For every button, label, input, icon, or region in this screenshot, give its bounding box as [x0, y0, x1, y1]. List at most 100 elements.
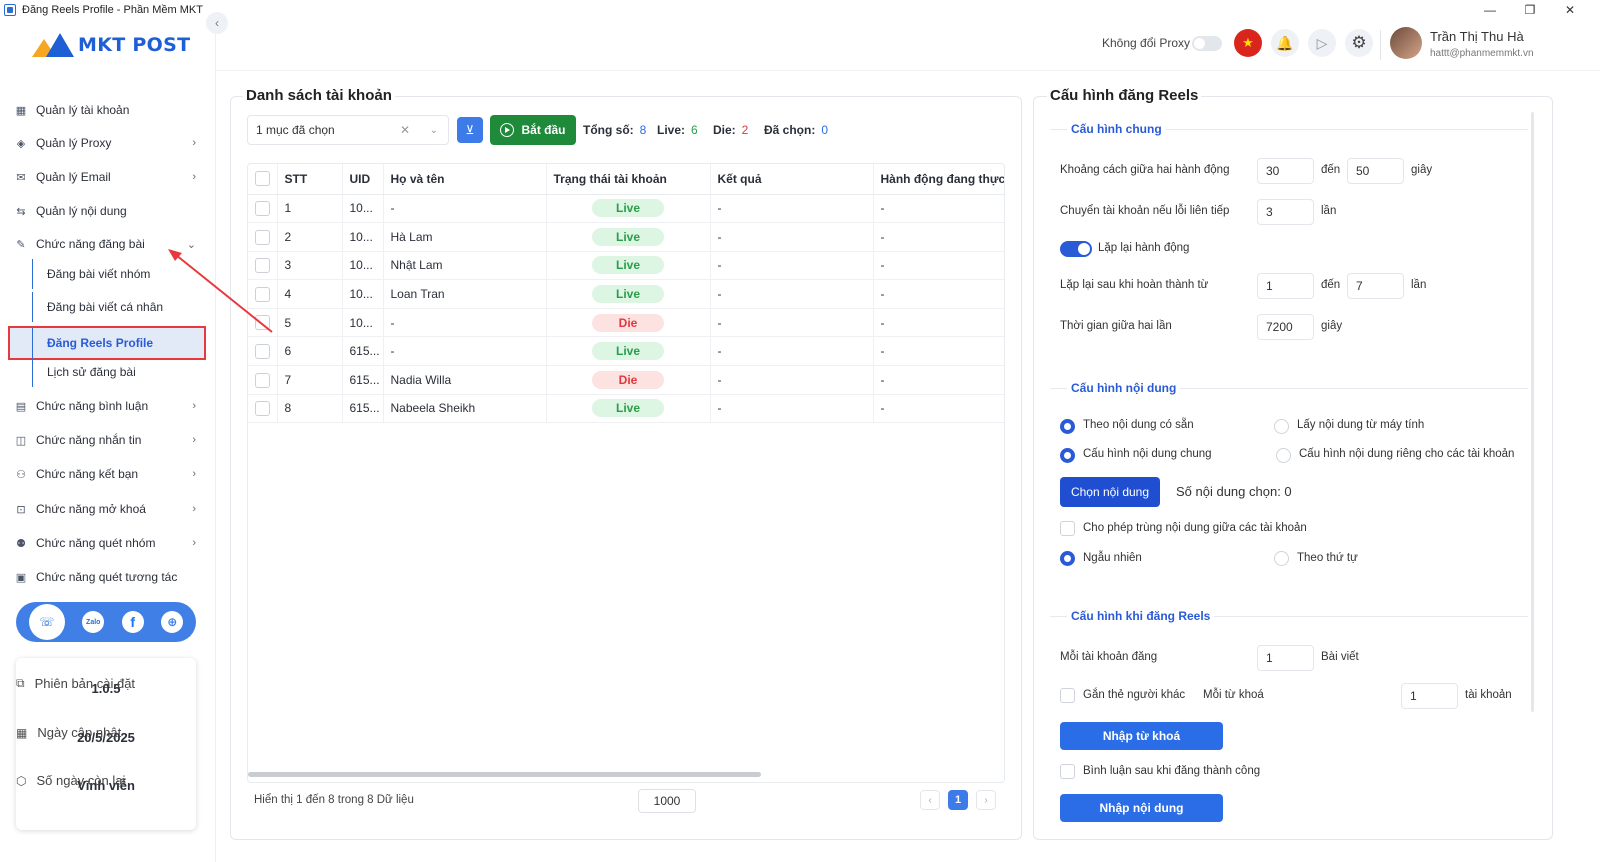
vietnam-flag-icon[interactable]: ★ [1234, 29, 1262, 57]
select-all-checkbox[interactable] [255, 171, 270, 187]
repeat-from-input[interactable]: 1 [1257, 273, 1314, 299]
row-checkbox[interactable] [255, 229, 270, 245]
result-cell: - [710, 251, 874, 281]
page-size-input[interactable]: 1000 [638, 789, 696, 813]
sidebar-item-proxy[interactable]: ◈ Quản lý Proxy › [14, 130, 204, 156]
maximize-button[interactable]: ❐ [1510, 0, 1550, 20]
uid-cell: 615... [342, 365, 384, 395]
column-header[interactable]: Trạng thái tài khoản [546, 164, 711, 195]
random-radio[interactable] [1060, 551, 1075, 566]
column-header[interactable]: UID [342, 164, 384, 195]
per-keyword-input[interactable]: 1 [1401, 683, 1458, 709]
zalo-icon[interactable]: Zalo [82, 611, 105, 633]
row-checkbox[interactable] [255, 286, 270, 302]
stt-cell: 2 [277, 222, 343, 252]
column-header[interactable]: Hành động đang thực hiện [873, 164, 1004, 195]
table-row[interactable]: 3 10... Nhật Lam Live - - [248, 251, 1004, 281]
filter-button[interactable]: ⊻ [457, 117, 483, 143]
sequential-radio[interactable] [1274, 551, 1289, 566]
tag-others-checkbox[interactable] [1060, 688, 1075, 703]
common-content-radio[interactable] [1060, 448, 1075, 463]
page-button[interactable]: 1 [948, 790, 968, 810]
sidebar-item-posting[interactable]: ✎ Chức năng đăng bài ⌄ [14, 231, 204, 257]
import-content-button[interactable]: Nhập nội dung [1060, 794, 1223, 822]
prev-page-button[interactable]: ‹ [920, 790, 940, 810]
table-row[interactable]: 6 615... - Live - - [248, 336, 1004, 367]
row-checkbox[interactable] [255, 343, 270, 359]
column-header[interactable]: STT [277, 164, 343, 195]
globe-icon[interactable]: ⊕ [161, 611, 184, 633]
column-header[interactable]: Kết quả [710, 164, 874, 195]
table-row[interactable]: 2 10... Hà Lam Live - - [248, 222, 1004, 252]
horizontal-scrollbar[interactable] [248, 772, 761, 777]
comment-after-post-checkbox[interactable] [1060, 764, 1075, 779]
row-select-cell[interactable] [248, 365, 278, 395]
row-checkbox[interactable] [255, 258, 270, 274]
row-checkbox[interactable] [255, 200, 270, 216]
separate-content-radio[interactable] [1276, 448, 1291, 463]
table-row[interactable]: 4 10... Loan Tran Live - - [248, 279, 1004, 309]
per-account-input[interactable]: 1 [1257, 645, 1314, 671]
play-circle-icon[interactable]: ▷ [1308, 29, 1336, 57]
column-header[interactable]: Họ và tên [383, 164, 547, 195]
computer-content-radio[interactable] [1274, 419, 1289, 434]
repeat-to-input[interactable]: 7 [1347, 273, 1404, 299]
sidebar-item-message[interactable]: ◫ Chức năng nhắn tin › [14, 427, 204, 453]
import-keywords-button[interactable]: Nhập từ khoá [1060, 722, 1223, 750]
name-cell: - [383, 336, 547, 367]
clear-icon[interactable]: ✕ [400, 123, 410, 137]
repeat-toggle[interactable] [1060, 241, 1092, 257]
support-icon[interactable]: ☏ [28, 604, 65, 640]
row-select-cell[interactable] [248, 279, 278, 309]
sidebar-sub-group-post[interactable]: Đăng bài viết nhóm [32, 259, 204, 289]
select-all-cell[interactable] [248, 164, 278, 195]
avatar[interactable] [1390, 27, 1422, 59]
sidebar-item-comment[interactable]: ▤ Chức năng bình luận › [14, 393, 204, 419]
vertical-scrollbar[interactable] [1531, 112, 1534, 712]
next-page-button[interactable]: › [976, 790, 996, 810]
row-select-cell[interactable] [248, 336, 278, 367]
proxy-toggle[interactable] [1192, 36, 1222, 51]
row-select-cell[interactable] [248, 251, 278, 281]
row-select-cell[interactable] [248, 222, 278, 252]
row-select-cell[interactable] [248, 394, 278, 424]
minimize-button[interactable]: — [1470, 0, 1510, 20]
row-checkbox[interactable] [255, 315, 270, 331]
common-content-label: Cấu hình nội dung chung [1083, 448, 1212, 460]
row-checkbox[interactable] [255, 401, 270, 417]
table-row[interactable]: 7 615... Nadia Willa Die - - [248, 365, 1004, 395]
allow-duplicate-checkbox[interactable] [1060, 521, 1075, 536]
sidebar-item-email[interactable]: ✉ Quản lý Email › [14, 164, 204, 190]
row-checkbox[interactable] [255, 372, 270, 388]
bell-icon[interactable]: 🔔 [1271, 29, 1299, 57]
chevron-down-icon: ⌄ [186, 238, 196, 251]
sidebar-item-scan-group[interactable]: ⚉ Chức năng quét nhóm › [14, 530, 204, 556]
facebook-icon[interactable]: f [121, 611, 144, 633]
row-select-cell[interactable] [248, 308, 278, 338]
account-select[interactable]: 1 mục đã chọn ✕ ⌄ [247, 115, 449, 145]
interval-to-input[interactable]: 50 [1347, 158, 1404, 184]
sidebar-sub-reels-profile[interactable]: Đăng Reels Profile [32, 328, 204, 358]
sidebar-item-accounts[interactable]: ▦ Quản lý tài khoản [14, 97, 204, 123]
gear-icon[interactable]: ⚙ [1345, 29, 1373, 57]
sidebar-item-content[interactable]: ⇆ Quản lý nội dung [14, 198, 204, 224]
existing-content-radio[interactable] [1060, 419, 1075, 434]
choose-content-button[interactable]: Chọn nội dung [1060, 477, 1160, 507]
interval-from-input[interactable]: 30 [1257, 158, 1314, 184]
sidebar-item-unlock[interactable]: ⊡ Chức năng mở khoá › [14, 496, 204, 522]
table-row[interactable]: 1 10... - Live - - [248, 194, 1004, 224]
start-button[interactable]: Bắt đầu [490, 115, 576, 145]
switch-account-input[interactable]: 3 [1257, 199, 1314, 225]
sidebar-sub-post-history[interactable]: Lịch sử đăng bài [32, 357, 204, 387]
row-select-cell[interactable] [248, 194, 278, 224]
wait-input[interactable]: 7200 [1257, 314, 1314, 340]
table-row[interactable]: 8 615... Nabeela Sheikh Live - - [248, 394, 1004, 424]
sidebar-collapse-button[interactable]: ‹ [206, 12, 228, 34]
stt-cell: 5 [277, 308, 343, 338]
sidebar-item-friend[interactable]: ⚇ Chức năng kết bạn › [14, 461, 204, 487]
sidebar-sub-personal-post[interactable]: Đăng bài viết cá nhân [32, 292, 204, 322]
close-button[interactable]: ✕ [1550, 0, 1590, 20]
table-row[interactable]: 5 10... - Die - - [248, 308, 1004, 338]
sidebar-item-scan-interaction[interactable]: ▣ Chức năng quét tương tác [14, 564, 204, 590]
sidebar-item-label: Quản lý tài khoản [36, 103, 130, 117]
